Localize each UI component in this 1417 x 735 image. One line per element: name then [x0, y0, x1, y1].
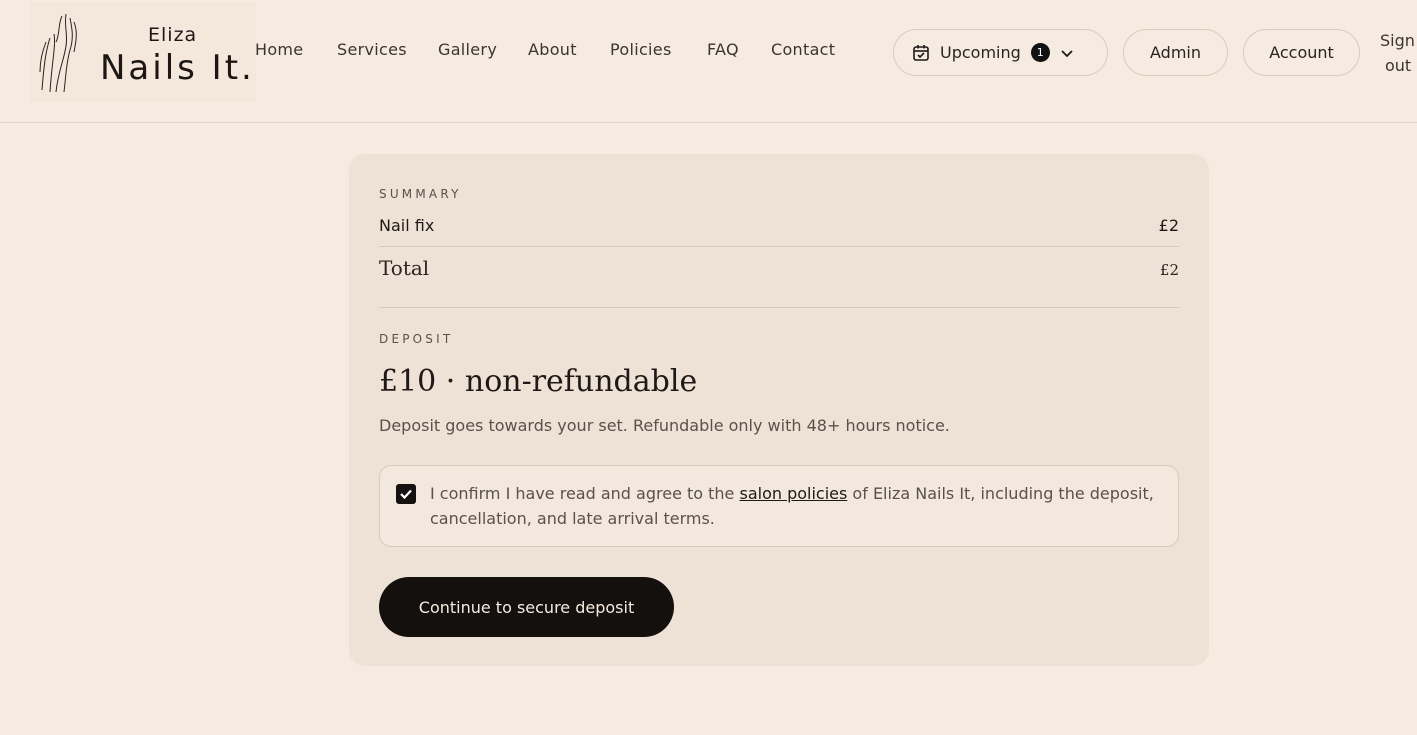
sign-out-line2: out — [1385, 56, 1412, 75]
calendar-icon — [913, 44, 929, 61]
deposit-heading: DEPOSIT — [379, 332, 454, 346]
policy-confirmation: I confirm I have read and agree to the s… — [379, 465, 1179, 547]
upcoming-count-badge: 1 — [1030, 43, 1050, 62]
nav-contact[interactable]: Contact — [771, 40, 835, 59]
divider — [379, 307, 1179, 308]
line-item-price: £2 — [1158, 216, 1179, 235]
hands-illustration-icon — [39, 13, 77, 93]
continue-secure-deposit-button[interactable]: Continue to secure deposit — [379, 577, 674, 637]
summary-heading: SUMMARY — [379, 187, 462, 201]
policy-confirmation-text: I confirm I have read and agree to the s… — [430, 481, 1160, 531]
account-button[interactable]: Account — [1243, 29, 1360, 76]
confirm-text-before: I confirm I have read and agree to the — [430, 484, 740, 503]
sign-out-line1: Sign — [1380, 31, 1415, 50]
total-value: £2 — [1159, 261, 1179, 279]
brand-main-text: Nails It. — [100, 48, 255, 88]
summary-line-item: Nail fix £2 — [379, 216, 1179, 235]
sign-out-link[interactable]: Sign out — [1380, 28, 1417, 78]
divider — [379, 246, 1179, 247]
summary-total-row: Total £2 — [379, 256, 1179, 280]
brand-small-text: Eliza — [148, 24, 198, 46]
brand-logo[interactable]: Eliza Nails It. — [30, 2, 256, 102]
nav-services[interactable]: Services — [337, 40, 407, 59]
nav-faq[interactable]: FAQ — [707, 40, 739, 59]
upcoming-dropdown-button[interactable]: Upcoming 1 — [893, 29, 1108, 76]
total-label: Total — [379, 256, 430, 280]
line-item-name: Nail fix — [379, 216, 435, 235]
booking-summary-card: SUMMARY Nail fix £2 Total £2 DEPOSIT £10… — [349, 154, 1209, 666]
deposit-note: Deposit goes towards your set. Refundabl… — [379, 416, 950, 435]
admin-button[interactable]: Admin — [1123, 29, 1228, 76]
nav-policies[interactable]: Policies — [610, 40, 672, 59]
upcoming-label: Upcoming — [940, 43, 1021, 62]
nav-gallery[interactable]: Gallery — [438, 40, 497, 59]
policy-agree-checkbox[interactable] — [396, 484, 416, 504]
nav-about[interactable]: About — [528, 40, 577, 59]
deposit-amount: £10 · non-refundable — [379, 364, 698, 399]
site-header: Eliza Nails It. Home Services Gallery Ab… — [0, 0, 1417, 123]
salon-policies-link[interactable]: salon policies — [739, 484, 847, 503]
nav-home[interactable]: Home — [255, 40, 303, 59]
checkmark-icon — [400, 489, 412, 500]
chevron-down-icon — [1061, 49, 1073, 57]
